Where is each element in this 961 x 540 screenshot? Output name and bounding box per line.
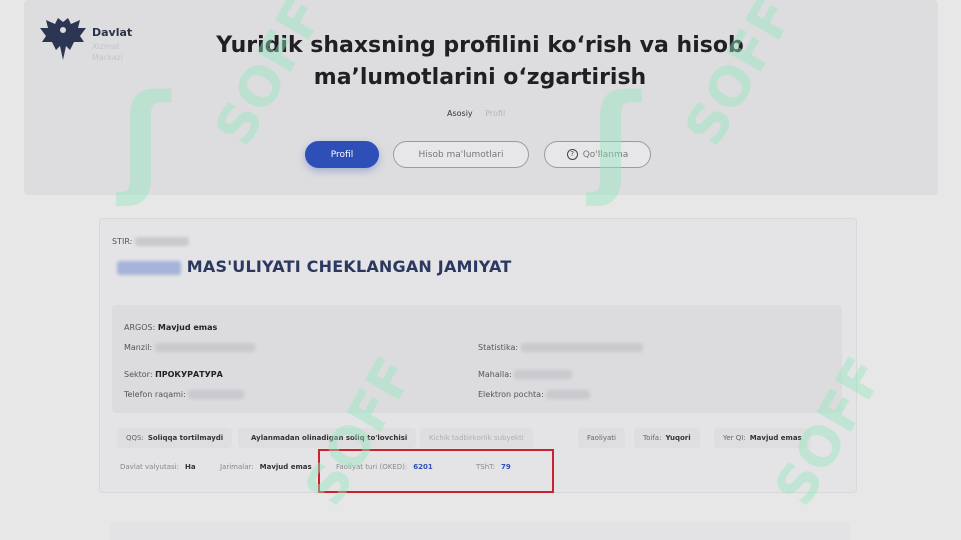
currency-field: Davlat valyutasi: Ha <box>120 463 196 471</box>
chip-turnover-tax: Aylanmadan olinadigan soliq to'lovchisi <box>238 428 417 448</box>
tab-account-info-label: Hisob ma'lumotlari <box>418 149 504 160</box>
tab-account-info[interactable]: Hisob ma'lumotlari <box>393 141 529 168</box>
phone-field: Telefon raqami: <box>124 390 245 399</box>
bottom-card <box>110 522 850 540</box>
breadcrumb-home[interactable]: Asosiy <box>447 109 473 118</box>
highlight-box <box>318 449 554 493</box>
chip-land-tax: Yer QI: Mavjud emas <box>714 428 811 448</box>
tab-guide-label: Qo'llanma <box>582 149 629 160</box>
tab-profile[interactable]: Profil <box>305 141 379 168</box>
breadcrumb: Asosiy Profil <box>447 109 505 118</box>
eagle-logo-icon <box>40 18 86 60</box>
statistics-field: Statistika: <box>478 343 643 352</box>
stir-label: STIR: <box>112 237 133 246</box>
logo[interactable]: Davlat Xizmat Markazi <box>38 16 148 66</box>
breadcrumb-current: Profil <box>485 109 506 118</box>
logo-subtitle-2: Markazi <box>92 53 123 62</box>
logo-name: Davlat <box>92 26 133 39</box>
email-field: Elektron pochta: <box>478 390 591 399</box>
chip-activity: Faoliyati <box>578 428 625 448</box>
chip-category: Toifa: Yuqori <box>634 428 700 448</box>
stir-line: STIR: <box>112 237 189 246</box>
argos-field: ARGOS: Mavjud emas <box>124 323 218 332</box>
page-title: Yuridik shaxsning profilini koʻrish va h… <box>216 33 744 90</box>
chip-small-business: Kichik tadbirkorlik subyekti <box>420 428 533 448</box>
stir-value-redacted <box>134 237 189 246</box>
tab-guide[interactable]: ? Qo'llanma <box>544 141 651 168</box>
company-name-redacted <box>117 260 181 275</box>
chip-vat: QQS: Soliqqa tortilmaydi <box>117 428 233 448</box>
company-name: MAS'ULIYATI CHEKLANGAN JAMIYAT <box>117 257 512 276</box>
logo-subtitle-1: Xizmat <box>92 42 120 51</box>
question-icon: ? <box>566 149 578 160</box>
company-name-suffix: MAS'ULIYATI CHEKLANGAN JAMIYAT <box>186 257 512 276</box>
sector-field: Sektor: ПРОКУРАТУРА <box>124 370 223 379</box>
fines-field: Jarimalar: Mavjud emas <box>220 463 312 471</box>
tab-profile-label: Profil <box>330 149 354 160</box>
mahalla-field: Mahalla: <box>478 370 573 379</box>
address-field: Manzil: <box>124 343 255 352</box>
